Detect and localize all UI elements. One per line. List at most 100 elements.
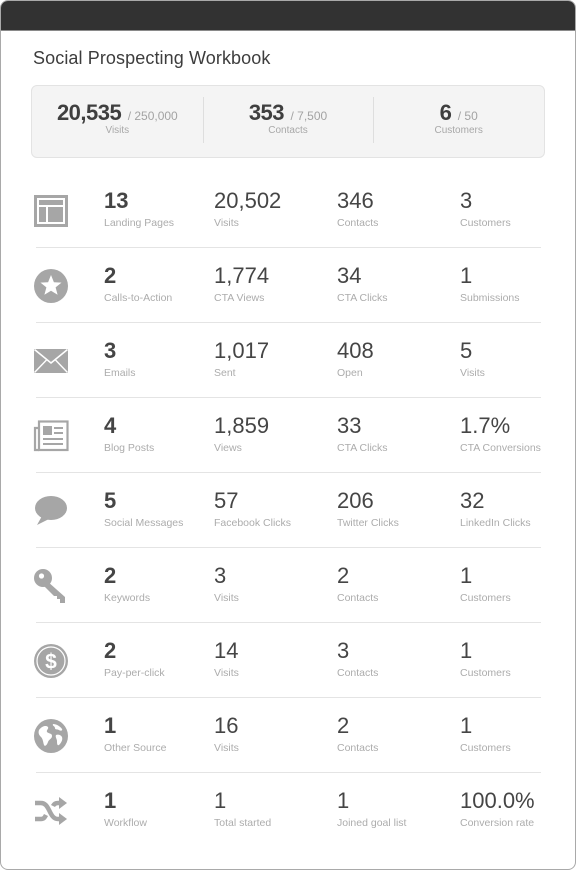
- summary-value: 6: [439, 100, 452, 125]
- summary-label: Visits: [105, 125, 130, 136]
- metric-value: 3: [460, 188, 473, 213]
- metric-label: CTA Clicks: [337, 442, 388, 454]
- metric-label: CTA Clicks: [337, 292, 388, 304]
- metric-cell: 1,859 Views: [214, 412, 269, 454]
- metric-cell: 1 Submissions: [460, 262, 520, 304]
- metric-value: 1.7%: [460, 413, 511, 438]
- metric-cell: 4 Blog Posts: [104, 412, 154, 454]
- dollar-coin-icon: $: [33, 643, 69, 679]
- metric-label: Facebook Clicks: [214, 517, 292, 529]
- metric-cell: 3 Visits: [214, 562, 239, 604]
- metric-cell: 346 Contacts: [337, 187, 378, 229]
- metric-label: Submissions: [460, 292, 520, 304]
- metric-label: Open: [337, 367, 363, 379]
- row-blog-posts[interactable]: 4 Blog Posts 1,859 Views 33 CTA Clicks 1…: [1, 398, 575, 473]
- metric-cell: 3 Customers: [460, 187, 511, 229]
- channel-rows: 13 Landing Pages 20,502 Visits 346 Conta…: [1, 173, 575, 848]
- window-titlebar: [1, 1, 575, 31]
- page-title: Social Prospecting Workbook: [33, 48, 271, 68]
- metric-label: CTA Views: [214, 292, 265, 304]
- metric-label: Contacts: [337, 592, 379, 604]
- metric-cell: 1 Customers: [460, 562, 511, 604]
- metric-cell: 2 Contacts: [337, 562, 378, 604]
- metric-label: LinkedIn Clicks: [460, 517, 531, 529]
- metric-cell: 32 LinkedIn Clicks: [460, 487, 531, 529]
- metric-value: 14: [214, 638, 239, 663]
- row-landing-pages[interactable]: 13 Landing Pages 20,502 Visits 346 Conta…: [1, 173, 575, 248]
- row-social-messages[interactable]: 5 Social Messages 57 Facebook Clicks 206…: [1, 473, 575, 548]
- metric-value: 1,774: [214, 263, 270, 288]
- metric-value: 3: [337, 638, 350, 663]
- metric-label: Contacts: [337, 667, 379, 679]
- metric-label: Social Messages: [104, 517, 184, 529]
- metric-value: 5: [460, 338, 473, 363]
- workbook-window: Social Prospecting Workbook 20,535 / 250…: [0, 0, 576, 870]
- star-icon: [33, 268, 69, 304]
- envelope-icon: [33, 343, 69, 379]
- row-emails[interactable]: 3 Emails 1,017 Sent 408 Open 5 Visits: [1, 323, 575, 398]
- metric-label: Visits: [214, 217, 239, 229]
- metric-value: 2: [104, 563, 117, 588]
- summary-value: 20,535: [56, 100, 122, 125]
- metric-label: Visits: [460, 367, 485, 379]
- metric-label: Calls-to-Action: [104, 292, 173, 304]
- summary-goal: / 50: [457, 109, 478, 123]
- metric-cell: 34 CTA Clicks: [337, 262, 388, 304]
- summary-visits: 20,535 / 250,000 Visits: [32, 86, 203, 157]
- summary-goal: / 7,500: [290, 109, 328, 123]
- newspaper-icon: [33, 418, 69, 454]
- metric-label: Joined goal list: [337, 817, 407, 829]
- metric-cell: 1 Other Source: [104, 712, 166, 754]
- metric-value: 1: [104, 788, 117, 813]
- metric-label: Contacts: [337, 742, 379, 754]
- metric-cell: 20,502 Visits: [214, 187, 281, 229]
- metric-value: 1: [460, 263, 473, 288]
- row-pay-per-click[interactable]: $ 2 Pay-per-click 14 Visits 3 Contacts 1…: [1, 623, 575, 698]
- metric-cell: 1.7% CTA Conversions: [460, 412, 541, 454]
- metric-cell: 57 Facebook Clicks: [214, 487, 291, 529]
- metric-value: 408: [337, 338, 374, 363]
- metric-cell: 1 Total started: [214, 787, 271, 829]
- metric-label: Keywords: [104, 592, 151, 604]
- metric-label: Landing Pages: [104, 217, 175, 229]
- metric-label: Sent: [214, 367, 236, 379]
- metric-cell: 1 Customers: [460, 637, 511, 679]
- metric-label: Conversion rate: [460, 817, 535, 829]
- metric-value: 346: [337, 188, 374, 213]
- metric-value: 1: [214, 788, 227, 813]
- metric-cell: 13 Landing Pages: [104, 187, 174, 229]
- metric-cell: 1,017 Sent: [214, 337, 269, 379]
- metric-value: 16: [214, 713, 239, 738]
- metric-value: 2: [104, 638, 117, 663]
- summary-panel: 20,535 / 250,000 Visits 353 / 7,500 Cont…: [31, 85, 545, 158]
- metric-value: 20,502: [214, 188, 282, 213]
- metric-label: Other Source: [104, 742, 167, 754]
- metric-value: 1: [460, 638, 473, 663]
- globe-icon: [33, 718, 69, 754]
- row-calls-to-action[interactable]: 2 Calls-to-Action 1,774 CTA Views 34 CTA…: [1, 248, 575, 323]
- metric-label: Visits: [214, 592, 239, 604]
- summary-goal: / 250,000: [127, 109, 178, 123]
- metric-cell: 14 Visits: [214, 637, 239, 679]
- metric-label: CTA Conversions: [460, 442, 541, 454]
- row-workflow[interactable]: 1 Workflow 1 Total started 1 Joined goal…: [1, 773, 575, 848]
- metric-value: 100.0%: [460, 788, 535, 813]
- metric-cell: 3 Emails: [104, 337, 136, 379]
- shuffle-icon: [33, 793, 69, 829]
- metric-label: Views: [214, 442, 242, 454]
- metric-value: 206: [337, 488, 374, 513]
- metric-label: Customers: [460, 742, 511, 754]
- metric-label: Contacts: [337, 217, 379, 229]
- metric-label: Emails: [104, 367, 136, 379]
- key-icon: [33, 568, 69, 604]
- row-other-source[interactable]: 1 Other Source 16 Visits 2 Contacts 1 Cu…: [1, 698, 575, 773]
- row-keywords[interactable]: 2 Keywords 3 Visits 2 Contacts 1 Custome…: [1, 548, 575, 623]
- metric-value: 4: [104, 413, 117, 438]
- metric-label: Customers: [460, 592, 511, 604]
- speech-bubble-icon: [33, 493, 69, 529]
- metric-value: 33: [337, 413, 362, 438]
- landing-page-icon: [33, 193, 69, 229]
- metric-cell: 3 Contacts: [337, 637, 378, 679]
- metric-cell: 1 Workflow: [104, 787, 147, 829]
- metric-value: 2: [104, 263, 117, 288]
